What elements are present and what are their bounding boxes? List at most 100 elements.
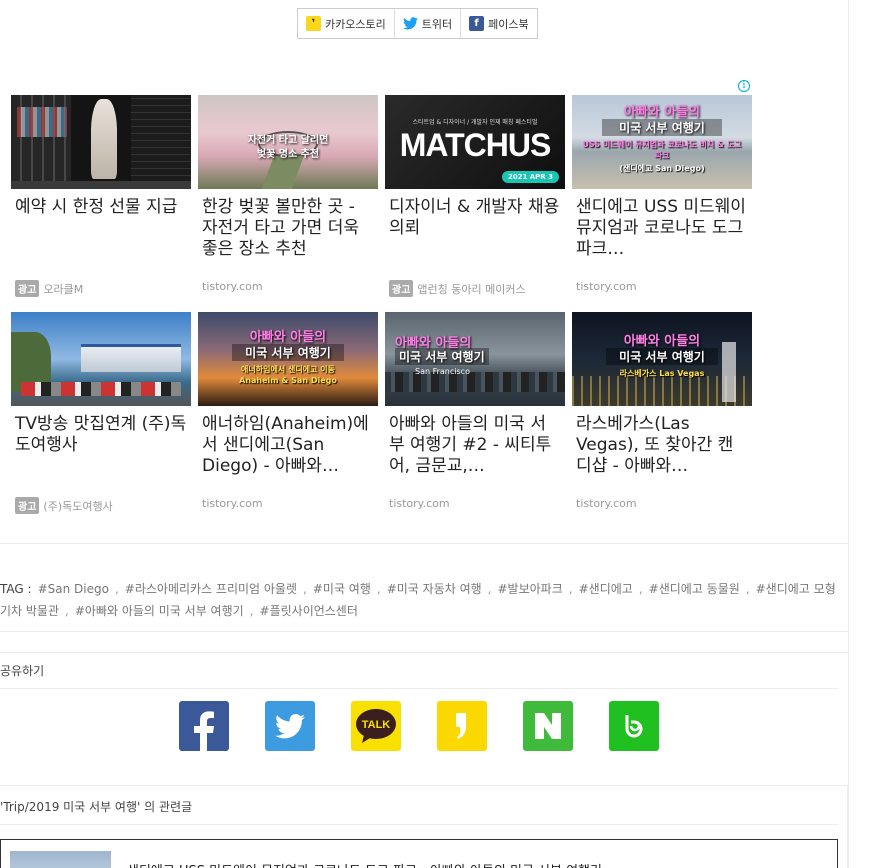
- twitter-icon: [402, 16, 418, 31]
- ad-title: 라스베가스(Las Vegas), 또 찾아간 캔디샵 - 아빠와…: [576, 414, 734, 476]
- ad-thumbnail: 아빠와 아들의 미국 서부 여행기 USS 미드웨이 뮤지엄과 코로나도 비치 …: [572, 95, 752, 189]
- ad-source: tistory.com: [576, 280, 637, 293]
- ad-card[interactable]: 아빠와 아들의 미국 서부 여행기 USS 미드웨이 뮤지엄과 코로나도 비치 …: [572, 95, 752, 305]
- related-posts-title: 'Trip/2019 미국 서부 여행' 의 관련글: [0, 800, 193, 814]
- tag-link[interactable]: #San Diego: [38, 582, 109, 596]
- ad-info-icon[interactable]: i: [738, 80, 750, 92]
- ad-source: tistory.com: [576, 497, 637, 510]
- tag-label: TAG :: [0, 582, 32, 596]
- share-bar: ❜ 카카오스토리 트위터 f 페이스북: [297, 8, 538, 39]
- thumb-text: 스타트업 & 디자이너 / 개발자 인재 매칭 페스티벌: [412, 119, 538, 126]
- ad-title: 애너하임(Anaheim)에서 샌디에고(San Diego) - 아빠와…: [202, 414, 369, 476]
- ad-thumbnail: 아빠와 아들의 미국 서부 여행기 애너하임에서 샌디에고 이동 Anaheim…: [198, 312, 378, 406]
- ad-source-label: tistory.com: [202, 280, 263, 293]
- ad-source-label: 앱런칭 동아리 메이커스: [417, 282, 526, 296]
- kakaostory-share-button[interactable]: ❜ 카카오스토리: [298, 9, 395, 38]
- thumb-text: 미국 서부 여행기: [232, 344, 344, 361]
- thumb-text: 아빠와 아들의: [623, 334, 701, 349]
- facebook-icon: f: [469, 16, 485, 31]
- kakaostory-share-icon[interactable]: [437, 701, 487, 751]
- ad-title: 디자이너 & 개발자 채용 의뢰: [389, 197, 560, 238]
- thumb-text: (샌디에고 San Diego): [619, 164, 705, 173]
- facebook-share-icon[interactable]: [179, 701, 229, 751]
- ad-badge: 광고: [389, 280, 414, 297]
- tag-link[interactable]: #샌디에고 동물원: [649, 582, 740, 596]
- thumb-text: Anaheim & San Diego: [239, 376, 337, 385]
- ad-source: tistory.com: [389, 497, 450, 510]
- svg-text:TALK: TALK: [362, 719, 391, 731]
- share-section-title: 공유하기: [0, 664, 45, 678]
- ad-card[interactable]: TV방송 맛집연계 (주)독도여행사 광고 (주)독도여행사: [11, 312, 191, 522]
- thumb-text: USS 미드웨이 뮤지엄과 코로나도 비치 & 도그 파크: [582, 140, 742, 160]
- thumb-text: 아빠와 아들의: [623, 105, 701, 120]
- ad-source-label: tistory.com: [202, 497, 263, 510]
- ad-title: 한강 벚꽃 볼만한 곳 - 자전거 타고 가면 더욱 좋은 장소 추천: [202, 197, 359, 259]
- tag-area: TAG : #San Diego, #라스아메리카스 프리미엄 아울렛, #미국 여행…: [0, 582, 836, 618]
- thumb-text: 라스베가스 Las Vegas: [619, 369, 705, 378]
- ad-thumbnail: [11, 312, 191, 406]
- divider: [0, 631, 848, 632]
- ad-source: 광고 앱런칭 동아리 메이커스: [389, 280, 526, 297]
- ad-title: TV방송 맛집연계 (주)독도여행사: [15, 414, 187, 455]
- ad-title: 아빠와 아들의 미국 서부 여행기 #2 - 씨티투어, 금문교,…: [389, 414, 552, 476]
- social-share-row: TALK: [179, 701, 659, 751]
- related-post-thumbnail[interactable]: [10, 851, 111, 868]
- thumb-text: 미국 서부 여행기: [395, 348, 489, 365]
- tag-link[interactable]: #발보아파크: [498, 582, 563, 596]
- tag-link[interactable]: #샌디에고: [579, 582, 633, 596]
- ad-card[interactable]: 스타트업 & 디자이너 / 개발자 인재 매칭 페스티벌 MATCHUS 202…: [385, 95, 565, 305]
- ad-thumbnail: 스타트업 & 디자이너 / 개발자 인재 매칭 페스티벌 MATCHUS 202…: [385, 95, 565, 189]
- ad-source-label: tistory.com: [576, 497, 637, 510]
- ad-card[interactable]: 아빠와 아들의 미국 서부 여행기 San Francisco 아빠와 아들의 …: [385, 312, 565, 522]
- divider: [0, 824, 838, 825]
- thumb-text: MATCHUS: [399, 127, 552, 163]
- divider: [0, 688, 838, 689]
- thumb-text: 애너하임에서 샌디에고 이동: [241, 365, 335, 374]
- ad-source: tistory.com: [202, 280, 263, 293]
- ad-thumbnail: 자전거 타고 달리면 벚꽃 명소 추천: [198, 95, 378, 189]
- kakaotalk-share-icon[interactable]: TALK: [351, 701, 401, 751]
- ad-source-label: 오라클M: [43, 282, 84, 296]
- tag-link[interactable]: #미국 자동차 여행: [387, 582, 482, 596]
- kakaostory-icon: ❜: [306, 16, 321, 31]
- tag-link[interactable]: #플릿사이언스센터: [260, 604, 358, 618]
- naver-share-icon[interactable]: [523, 701, 573, 751]
- thumb-text: 자전거 타고 달리면: [247, 135, 329, 146]
- band-share-icon[interactable]: [609, 701, 659, 751]
- ad-source-label: (주)독도여행사: [43, 499, 113, 513]
- ad-source-label: tistory.com: [389, 497, 450, 510]
- thumb-text: 2021 APR 3: [501, 171, 559, 183]
- tag-link[interactable]: #라스아메리카스 프리미엄 아울렛: [125, 582, 297, 596]
- ad-badge: 광고: [15, 497, 40, 514]
- thumb-text: 아빠와 아들의: [249, 330, 327, 345]
- ad-badge: 광고: [15, 280, 40, 297]
- thumb-text: 미국 서부 여행기: [606, 348, 718, 365]
- thumb-text: 미국 서부 여행기: [602, 119, 722, 136]
- tag-link[interactable]: #아빠와 아들의 미국 서부 여행기: [75, 604, 244, 618]
- twitter-share-icon[interactable]: [265, 701, 315, 751]
- ad-thumbnail: [11, 95, 191, 189]
- twitter-label: 트위터: [421, 17, 453, 31]
- ad-card[interactable]: 자전거 타고 달리면 벚꽃 명소 추천 한강 벚꽃 볼만한 곳 - 자전거 타고…: [198, 95, 378, 305]
- ad-card[interactable]: 아빠와 아들의 미국 서부 여행기 애너하임에서 샌디에고 이동 Anaheim…: [198, 312, 378, 522]
- related-post-title[interactable]: 샌디에고 USS 미드웨이 뮤지엄과 코로나도 도그 파크 - 아빠와 아들의 …: [127, 860, 602, 868]
- ad-source: 광고 (주)독도여행사: [15, 497, 113, 514]
- facebook-share-button[interactable]: f 페이스북: [461, 9, 536, 38]
- ad-title: 예약 시 한정 선물 지급: [15, 197, 178, 217]
- content-column-edge: [848, 0, 849, 868]
- kakaostory-label: 카카오스토리: [325, 17, 386, 31]
- ad-title: 샌디에고 USS 미드웨이 뮤지엄과 코로나도 도그 파크…: [576, 197, 746, 259]
- ad-thumbnail: 아빠와 아들의 미국 서부 여행기 San Francisco: [385, 312, 565, 406]
- facebook-label: 페이스북: [488, 17, 529, 31]
- ad-grid: 예약 시 한정 선물 지급 광고 오라클M 자전거 타고 달리면 벚꽃 명소 추…: [11, 95, 756, 522]
- twitter-share-button[interactable]: 트위터: [395, 9, 462, 38]
- ad-source-label: tistory.com: [576, 280, 637, 293]
- thumb-text: San Francisco: [415, 367, 470, 376]
- thumb-text: 벚꽃 명소 추천: [256, 149, 320, 160]
- divider: [0, 543, 848, 544]
- ad-thumbnail: 아빠와 아들의 미국 서부 여행기 라스베가스 Las Vegas: [572, 312, 752, 406]
- ad-card[interactable]: 아빠와 아들의 미국 서부 여행기 라스베가스 Las Vegas 라스베가스(…: [572, 312, 752, 522]
- ad-card[interactable]: 예약 시 한정 선물 지급 광고 오라클M: [11, 95, 191, 305]
- tag-link[interactable]: #미국 여행: [313, 582, 371, 596]
- ad-source: 광고 오라클M: [15, 280, 83, 297]
